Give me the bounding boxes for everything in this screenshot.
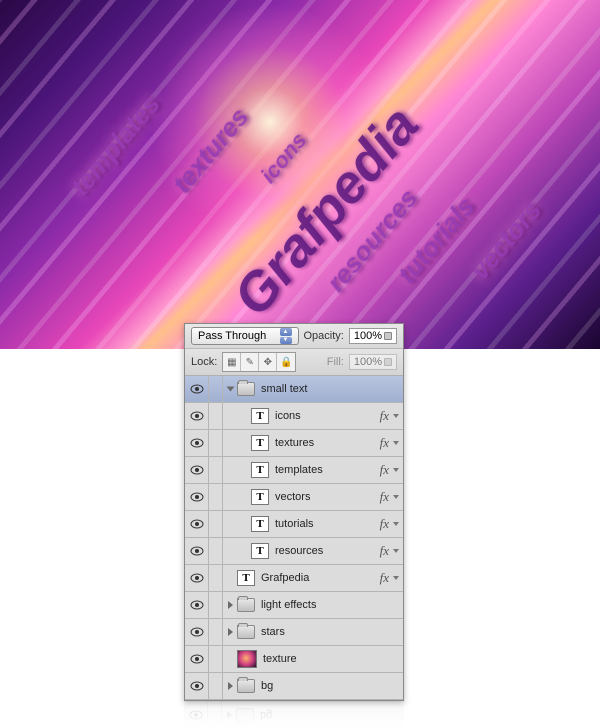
fx-badge[interactable]: fx [380, 489, 389, 505]
link-column [209, 565, 223, 592]
fx-dropdown-icon[interactable] [392, 522, 399, 526]
layer-name[interactable]: tutorials [275, 518, 380, 530]
fill-field: 100% [349, 354, 397, 370]
visibility-toggle[interactable] [185, 457, 209, 484]
lock-pixels-icon[interactable]: ✎ [241, 353, 259, 371]
layer-textures[interactable]: T textures fx [185, 430, 403, 457]
fill-dropdown-icon [384, 358, 392, 366]
text-layer-icon: T [251, 462, 269, 478]
layer-resources[interactable]: T resources fx [185, 538, 403, 565]
visibility-toggle[interactable] [185, 592, 209, 619]
image-thumbnail [237, 650, 257, 668]
layer-group-small-text[interactable]: small text [185, 376, 403, 403]
layer-name[interactable]: small text [261, 383, 403, 395]
visibility-toggle[interactable] [185, 511, 209, 538]
text-layer-icon: T [251, 408, 269, 424]
fx-dropdown-icon[interactable] [392, 576, 399, 580]
text-layer-icon: T [251, 435, 269, 451]
folder-icon [237, 625, 255, 639]
opacity-value: 100% [354, 330, 382, 342]
layer-name[interactable]: textures [275, 437, 380, 449]
layer-name[interactable]: stars [261, 626, 403, 638]
layer-name[interactable]: templates [275, 464, 380, 476]
layer-name[interactable]: vectors [275, 491, 380, 503]
text-layer-icon: T [237, 570, 255, 586]
opacity-dropdown-icon[interactable] [384, 332, 392, 340]
text-layer-icon: T [251, 516, 269, 532]
layer-stars[interactable]: stars [185, 619, 403, 646]
lock-fill-row: Lock: ▦ ✎ ✥ 🔒 Fill: 100% [185, 349, 403, 376]
fx-badge[interactable]: fx [380, 516, 389, 532]
fill-value: 100% [354, 356, 382, 368]
text-layer-icon: T [251, 543, 269, 559]
lock-label: Lock: [191, 356, 217, 368]
fx-badge[interactable]: fx [380, 570, 389, 586]
fx-badge[interactable]: fx [380, 462, 389, 478]
folder-icon [237, 598, 255, 612]
opacity-label: Opacity: [304, 330, 344, 342]
blend-mode-value: Pass Through [198, 330, 266, 342]
fx-badge[interactable]: fx [380, 543, 389, 559]
visibility-toggle[interactable] [185, 538, 209, 565]
visibility-toggle[interactable] [185, 619, 209, 646]
blend-stepper[interactable]: ▲▼ [280, 328, 292, 344]
layers-panel: Pass Through ▲▼ Opacity: 100% Lock: ▦ ✎ … [184, 323, 404, 701]
disclosure-triangle[interactable] [223, 376, 237, 403]
fx-dropdown-icon[interactable] [392, 549, 399, 553]
fill-label: Fill: [327, 356, 344, 368]
visibility-toggle[interactable] [185, 376, 209, 403]
lock-transparency-icon[interactable]: ▦ [223, 353, 241, 371]
link-column [209, 376, 223, 403]
artwork-preview: templates textures icons Grafpedia resou… [0, 0, 600, 349]
link-column [209, 457, 223, 484]
link-column [209, 538, 223, 565]
link-column [209, 484, 223, 511]
disclosure-triangle[interactable] [223, 592, 237, 619]
layer-templates[interactable]: T templates fx [185, 457, 403, 484]
visibility-toggle[interactable] [185, 403, 209, 430]
folder-icon [237, 382, 255, 396]
visibility-toggle[interactable] [185, 430, 209, 457]
layer-light-effects[interactable]: light effects [185, 592, 403, 619]
fx-dropdown-icon[interactable] [392, 468, 399, 472]
layer-name[interactable]: icons [275, 410, 380, 422]
link-column [209, 619, 223, 646]
disclosure-triangle[interactable] [223, 619, 237, 646]
opacity-field[interactable]: 100% [349, 328, 397, 344]
link-column [209, 511, 223, 538]
fx-dropdown-icon[interactable] [392, 414, 399, 418]
fx-badge[interactable]: fx [380, 408, 389, 424]
layer-tutorials[interactable]: T tutorials fx [185, 511, 403, 538]
link-column [209, 403, 223, 430]
layer-name[interactable]: Grafpedia [261, 572, 380, 584]
blend-mode-select[interactable]: Pass Through ▲▼ [191, 327, 299, 345]
fx-dropdown-icon[interactable] [392, 495, 399, 499]
panel-reflection: bg [184, 693, 404, 728]
blend-opacity-row: Pass Through ▲▼ Opacity: 100% [185, 324, 403, 349]
link-column [209, 430, 223, 457]
fx-badge[interactable]: fx [380, 435, 389, 451]
layer-name[interactable]: resources [275, 545, 380, 557]
text-layer-icon: T [251, 489, 269, 505]
layers-list: small text T icons fx T textures fx T te… [185, 376, 403, 700]
visibility-toggle[interactable] [185, 565, 209, 592]
layer-icons[interactable]: T icons fx [185, 403, 403, 430]
visibility-toggle[interactable] [185, 646, 209, 673]
layer-vectors[interactable]: T vectors fx [185, 484, 403, 511]
layer-grafpedia[interactable]: T Grafpedia fx [185, 565, 403, 592]
layer-name[interactable]: bg [261, 680, 403, 692]
folder-icon [237, 679, 255, 693]
link-column [209, 592, 223, 619]
layer-name[interactable]: texture [263, 653, 403, 665]
link-column [209, 646, 223, 673]
layer-texture[interactable]: texture [185, 646, 403, 673]
fx-dropdown-icon[interactable] [392, 441, 399, 445]
layer-name[interactable]: light effects [261, 599, 403, 611]
lock-buttons: ▦ ✎ ✥ 🔒 [222, 352, 296, 372]
lock-position-icon[interactable]: ✥ [259, 353, 277, 371]
visibility-toggle[interactable] [185, 484, 209, 511]
lock-all-icon[interactable]: 🔒 [277, 353, 295, 371]
